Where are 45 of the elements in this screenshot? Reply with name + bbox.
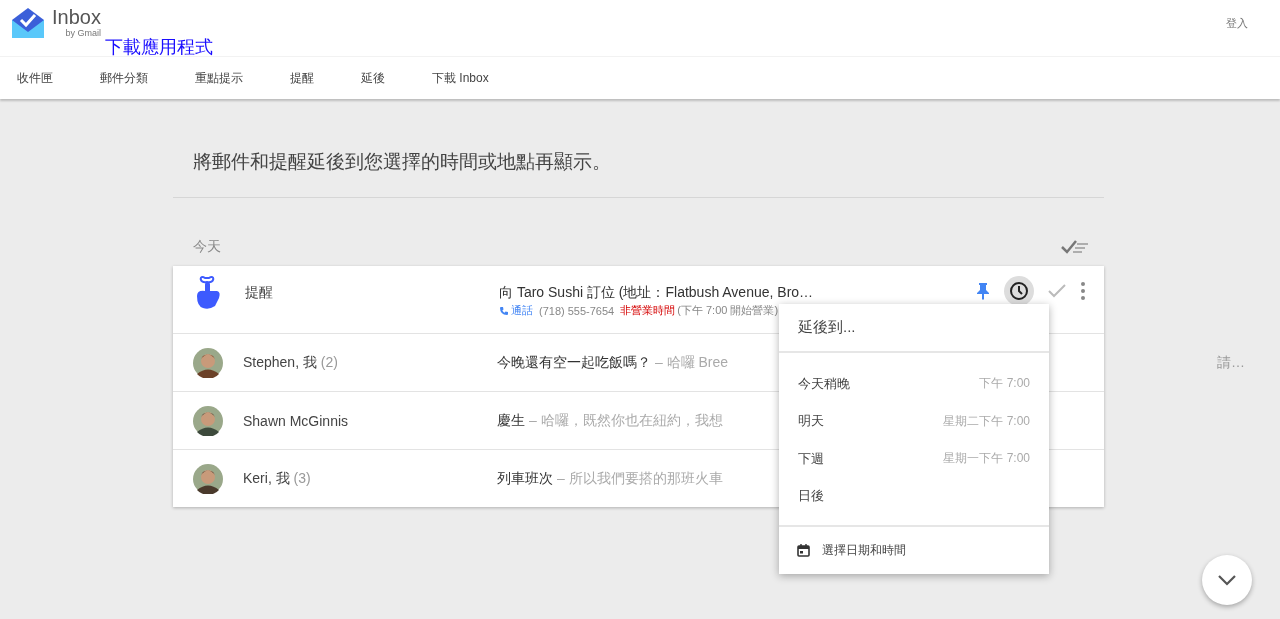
nav-tab[interactable]: 郵件分類 xyxy=(100,57,148,99)
logo-subtitle: by Gmail xyxy=(65,28,101,38)
opening-hours: (下午 7:00 開始營業) xyxy=(677,303,779,318)
done-check-icon[interactable] xyxy=(1048,284,1066,298)
avatar xyxy=(193,463,223,494)
logo-title: Inbox xyxy=(52,6,101,28)
message-preview: 列車班次 – 所以我們要搭的那班火車 xyxy=(497,469,723,488)
snooze-option[interactable]: 日後 xyxy=(779,477,1049,515)
sender-name: 提醒 xyxy=(245,284,274,302)
sender-name: Stephen, 我 (2) xyxy=(243,353,339,372)
business-status: 非營業時間 xyxy=(620,303,676,318)
reminder-subject: 向 Taro Sushi 訂位 (地址：Flatbush Avenue, Bro… xyxy=(499,284,814,302)
calendar-icon xyxy=(797,544,810,557)
nav-tab[interactable]: 下載 Inbox xyxy=(432,57,489,99)
scroll-down-button[interactable] xyxy=(1202,555,1252,605)
intro-text: 將郵件和提醒延後到您選擇的時間或地點再顯示。 xyxy=(173,149,1104,198)
clock-icon xyxy=(1009,281,1029,301)
nav-tab[interactable]: 提醒 xyxy=(290,57,314,99)
snooze-option[interactable]: 今天稍晚 下午 7:00 xyxy=(779,365,1049,403)
sender-name: Keri, 我 (3) xyxy=(243,469,312,488)
call-link[interactable]: 通話 xyxy=(499,303,533,318)
more-options-icon[interactable] xyxy=(1080,281,1086,301)
sender-name: Shawn McGinnis xyxy=(243,412,350,429)
section-title: 今天 xyxy=(193,238,221,256)
snooze-option[interactable]: 明天 星期二下午 7:00 xyxy=(779,402,1049,440)
avatar xyxy=(193,405,223,436)
chevron-down-icon xyxy=(1217,574,1237,586)
snooze-option[interactable]: 下週 星期一下午 7:00 xyxy=(779,440,1049,478)
logo-icon xyxy=(12,8,44,38)
preview-ending: 請… xyxy=(1217,353,1245,372)
menu-title: 延後到... xyxy=(779,304,1049,353)
avatar xyxy=(193,347,223,378)
message-preview: 慶生 – 哈囉，既然你也在紐約，我想 xyxy=(497,411,723,430)
message-preview: 今晚還有空一起吃飯嗎？ – 哈囉 Bree xyxy=(497,353,729,372)
download-link[interactable]: 下載應用程式 xyxy=(105,36,213,58)
phone-number: (718) 555-7654 xyxy=(539,304,615,317)
pick-date-time-option[interactable]: 選擇日期和時間 xyxy=(779,527,1049,574)
sign-in-link[interactable]: 登入 xyxy=(1226,0,1280,31)
mark-all-done-icon[interactable] xyxy=(1060,239,1090,255)
snooze-button[interactable] xyxy=(1004,276,1034,306)
pin-icon[interactable] xyxy=(976,282,990,300)
phone-icon xyxy=(499,305,509,316)
nav-tab[interactable]: 收件匣 xyxy=(17,57,53,99)
nav-tab[interactable]: 重點提示 xyxy=(195,57,243,99)
nav-tab[interactable]: 延後 xyxy=(361,57,385,99)
